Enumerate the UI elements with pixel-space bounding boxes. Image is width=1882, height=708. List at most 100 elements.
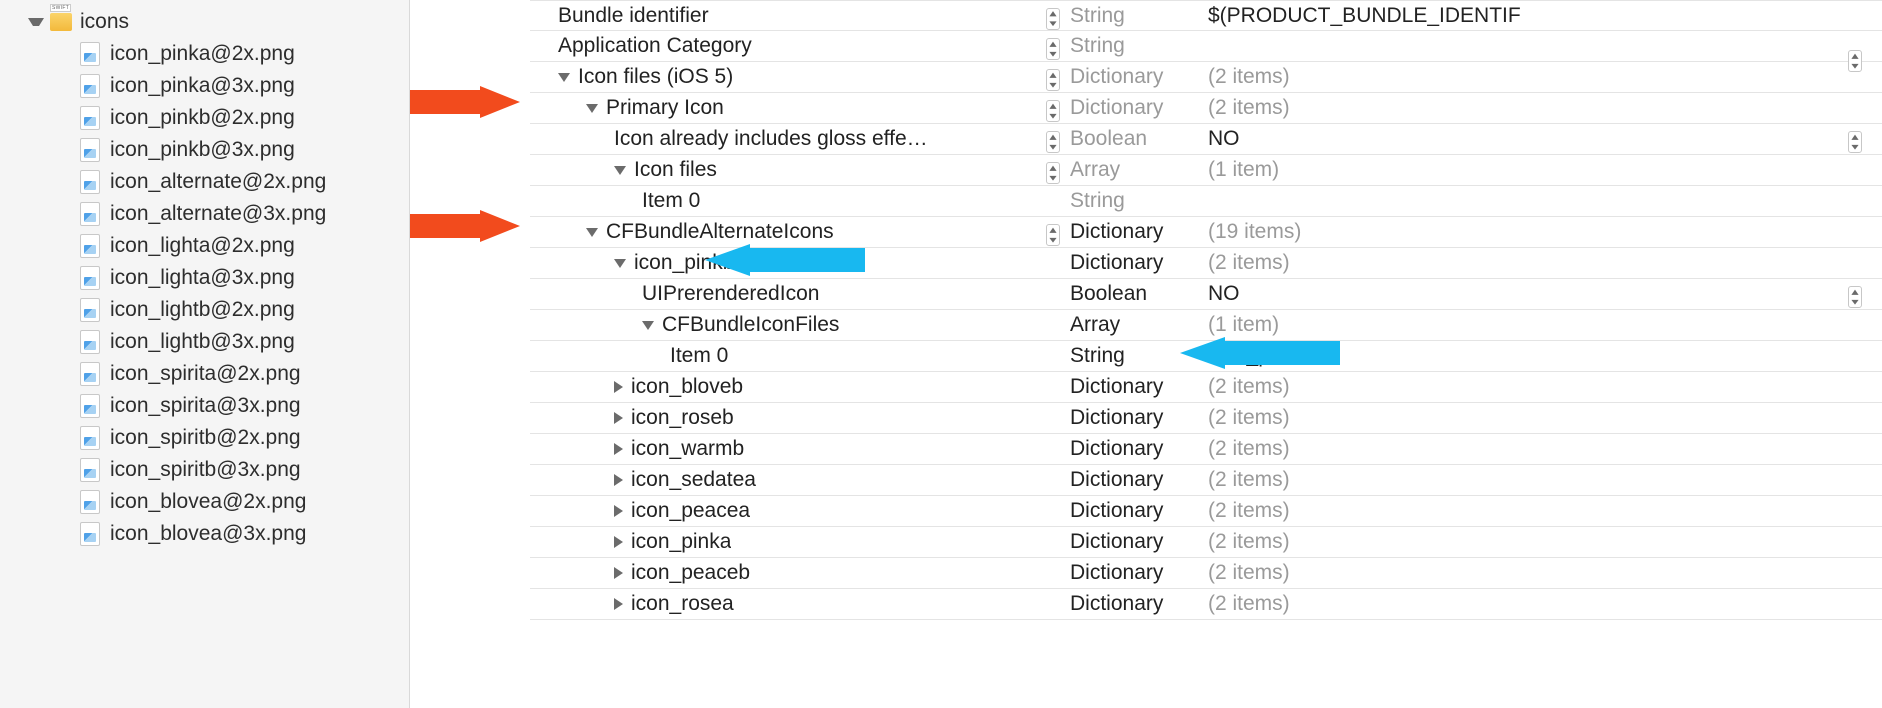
plist-key-cell[interactable]: CFBundleAlternateIcons xyxy=(530,220,1060,244)
plist-key-cell[interactable]: Item 0 xyxy=(530,344,1060,368)
plist-row[interactable]: Icon filesArray(1 item) xyxy=(530,155,1882,186)
plist-row[interactable]: Bundle identifierString$(PRODUCT_BUNDLE_… xyxy=(530,0,1882,31)
plist-key-cell[interactable]: Item 0 xyxy=(530,189,1060,213)
file-row[interactable]: icon_pinka@2x.png xyxy=(0,38,409,70)
plist-type-cell[interactable]: Dictionary xyxy=(1060,220,1200,244)
plist-key-cell[interactable]: UIPrerenderedIcon xyxy=(530,282,1060,306)
plist-type-cell[interactable]: Dictionary xyxy=(1060,561,1200,585)
plist-type-cell[interactable]: Array xyxy=(1060,158,1200,182)
plist-key-cell[interactable]: icon_bloveb xyxy=(530,375,1060,399)
plist-type-cell[interactable]: String xyxy=(1060,4,1200,28)
plist-type-cell[interactable]: Boolean xyxy=(1060,282,1200,306)
disclosure-right-icon[interactable] xyxy=(614,536,623,548)
disclosure-right-icon[interactable] xyxy=(614,474,623,486)
plist-key-cell[interactable]: Icon files xyxy=(530,158,1060,182)
disclosure-right-icon[interactable] xyxy=(614,381,623,393)
plist-key-cell[interactable]: icon_sedatea xyxy=(530,468,1060,492)
file-navigator[interactable]: icons icon_pinka@2x.pngicon_pinka@3x.png… xyxy=(0,0,410,708)
plist-key-cell[interactable]: icon_peaceb xyxy=(530,561,1060,585)
value-stepper[interactable] xyxy=(1848,131,1862,153)
file-row[interactable]: icon_spiritb@2x.png xyxy=(0,422,409,454)
plist-type-cell[interactable]: Dictionary xyxy=(1060,375,1200,399)
file-row[interactable]: icon_blovea@2x.png xyxy=(0,486,409,518)
file-row[interactable]: icon_lighta@3x.png xyxy=(0,262,409,294)
file-row[interactable]: icon_pinka@3x.png xyxy=(0,70,409,102)
plist-key-cell[interactable]: icon_roseb xyxy=(530,406,1060,430)
plist-type-cell[interactable]: Dictionary xyxy=(1060,406,1200,430)
file-row[interactable]: icon_alternate@2x.png xyxy=(0,166,409,198)
plist-row[interactable]: icon_blovebDictionary(2 items) xyxy=(530,372,1882,403)
disclosure-right-icon[interactable] xyxy=(614,412,623,424)
plist-value-cell[interactable]: $(PRODUCT_BUNDLE_IDENTIF xyxy=(1200,4,1882,28)
plist-row[interactable]: Primary IconDictionary(2 items) xyxy=(530,93,1882,124)
plist-value-cell[interactable]: NO xyxy=(1200,282,1882,306)
disclosure-down-icon[interactable] xyxy=(614,166,626,175)
plist-value-cell[interactable]: (2 items) xyxy=(1200,530,1882,554)
file-row[interactable]: icon_spirita@2x.png xyxy=(0,358,409,390)
file-row[interactable]: icon_blovea@3x.png xyxy=(0,518,409,550)
plist-value-cell[interactable]: (2 items) xyxy=(1200,375,1882,399)
plist-row[interactable]: icon_peaceaDictionary(2 items) xyxy=(530,496,1882,527)
file-row[interactable]: icon_alternate@3x.png xyxy=(0,198,409,230)
disclosure-right-icon[interactable] xyxy=(614,598,623,610)
plist-type-cell[interactable]: Array xyxy=(1060,313,1200,337)
disclosure-right-icon[interactable] xyxy=(614,443,623,455)
plist-type-cell[interactable]: Dictionary xyxy=(1060,530,1200,554)
plist-row[interactable]: Icon files (iOS 5)Dictionary(2 items) xyxy=(530,62,1882,93)
plist-key-cell[interactable]: CFBundleIconFiles xyxy=(530,313,1060,337)
plist-row[interactable]: icon_sedateaDictionary(2 items) xyxy=(530,465,1882,496)
plist-key-cell[interactable]: Icon files (iOS 5) xyxy=(530,65,1060,89)
plist-row[interactable]: Item 0String xyxy=(530,186,1882,217)
key-stepper[interactable] xyxy=(1046,100,1060,122)
disclosure-down-icon[interactable] xyxy=(28,18,44,26)
plist-type-cell[interactable]: Dictionary xyxy=(1060,65,1200,89)
plist-type-cell[interactable]: String xyxy=(1060,189,1200,213)
plist-key-cell[interactable]: Bundle identifier xyxy=(530,4,1060,28)
plist-type-cell[interactable]: Dictionary xyxy=(1060,592,1200,616)
disclosure-down-icon[interactable] xyxy=(614,259,626,268)
plist-row[interactable]: Icon already includes gloss effe…Boolean… xyxy=(530,124,1882,155)
plist-value-cell[interactable]: (2 items) xyxy=(1200,96,1882,120)
plist-value-cell[interactable]: (2 items) xyxy=(1200,65,1882,89)
plist-value-cell[interactable]: (2 items) xyxy=(1200,437,1882,461)
key-stepper[interactable] xyxy=(1046,38,1060,60)
disclosure-right-icon[interactable] xyxy=(614,567,623,579)
key-stepper[interactable] xyxy=(1046,8,1060,30)
plist-key-cell[interactable]: Application Category xyxy=(530,34,1060,58)
plist-value-cell[interactable]: (2 items) xyxy=(1200,406,1882,430)
plist-type-cell[interactable]: Dictionary xyxy=(1060,468,1200,492)
plist-value-cell[interactable]: (1 item) xyxy=(1200,158,1882,182)
plist-value-cell[interactable]: icon_pinkb xyxy=(1200,344,1882,368)
plist-row[interactable]: UIPrerenderedIconBooleanNO xyxy=(530,279,1882,310)
plist-row[interactable]: icon_pinkaDictionary(2 items) xyxy=(530,527,1882,558)
plist-value-cell[interactable]: (2 items) xyxy=(1200,592,1882,616)
key-stepper[interactable] xyxy=(1046,224,1060,246)
key-stepper[interactable] xyxy=(1046,162,1060,184)
plist-key-cell[interactable]: Icon already includes gloss effe… xyxy=(530,127,1060,151)
plist-key-cell[interactable]: icon_peacea xyxy=(530,499,1060,523)
plist-key-cell[interactable]: icon_rosea xyxy=(530,592,1060,616)
plist-row[interactable]: Application CategoryString xyxy=(530,31,1882,62)
plist-row[interactable]: Item 0Stringicon_pinkb xyxy=(530,341,1882,372)
plist-value-cell[interactable]: NO xyxy=(1200,127,1882,151)
file-row[interactable]: icon_spiritb@3x.png xyxy=(0,454,409,486)
plist-type-cell[interactable]: Dictionary xyxy=(1060,251,1200,275)
plist-type-cell[interactable]: String xyxy=(1060,344,1200,368)
disclosure-down-icon[interactable] xyxy=(586,228,598,237)
plist-row[interactable]: CFBundleIconFilesArray(1 item) xyxy=(530,310,1882,341)
plist-key-cell[interactable]: icon_pinkb xyxy=(530,251,1060,275)
key-stepper[interactable] xyxy=(1046,131,1060,153)
disclosure-down-icon[interactable] xyxy=(558,73,570,82)
plist-value-cell[interactable]: (2 items) xyxy=(1200,499,1882,523)
plist-value-cell[interactable]: (19 items) xyxy=(1200,220,1882,244)
file-row[interactable]: icon_lighta@2x.png xyxy=(0,230,409,262)
plist-value-cell[interactable]: (1 item) xyxy=(1200,313,1882,337)
plist-row[interactable]: icon_pinkbDictionary(2 items) xyxy=(530,248,1882,279)
folder-row-icons[interactable]: icons xyxy=(0,6,409,38)
plist-row[interactable]: icon_peacebDictionary(2 items) xyxy=(530,558,1882,589)
file-row[interactable]: icon_lightb@2x.png xyxy=(0,294,409,326)
plist-type-cell[interactable]: Boolean xyxy=(1060,127,1200,151)
plist-key-cell[interactable]: icon_warmb xyxy=(530,437,1060,461)
disclosure-right-icon[interactable] xyxy=(614,505,623,517)
plist-row[interactable]: icon_roseaDictionary(2 items) xyxy=(530,589,1882,620)
